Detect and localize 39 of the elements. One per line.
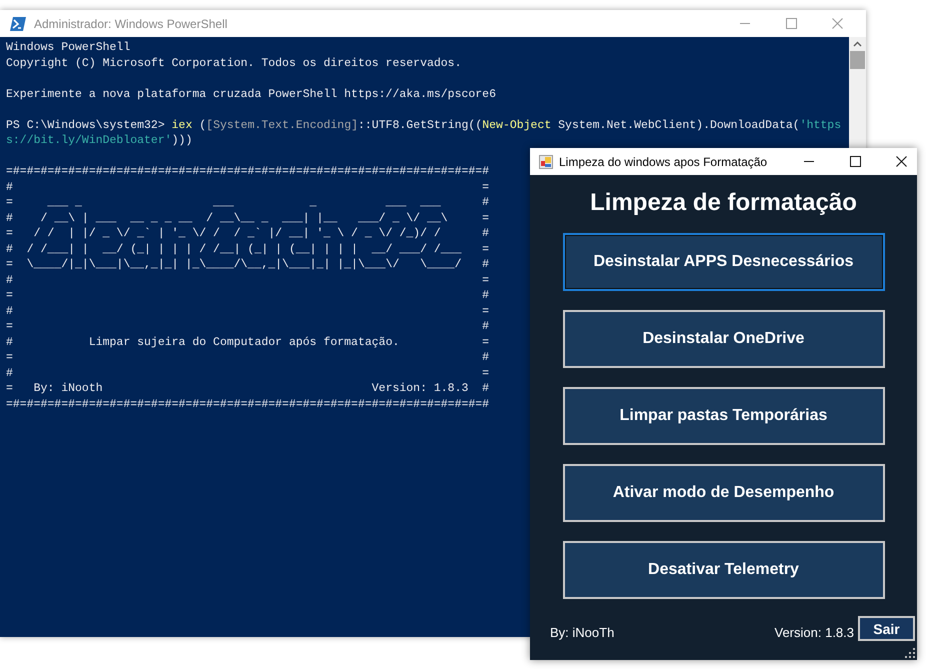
author-label: By: iNooTh [550,625,616,640]
exit-button[interactable]: Sair [858,616,915,641]
action-button[interactable]: Desativar Telemetry [562,541,884,599]
action-button[interactable]: Desinstalar OneDrive [562,310,884,368]
console-line: # / __\ | ___ __ _ _ __ / __\__ _ ___| |__ ___/ _ \/ __\ = [6,210,490,226]
close-icon[interactable] [896,156,907,167]
app-icon [539,154,553,168]
console-line: = # [6,350,490,366]
console-line: Experimente a nova plataforma cruzada PowerShell https://aka.ms/pscore6 [6,86,496,102]
console-line: = # [6,288,490,304]
window-title: Administrador: Windows PowerShell [34,16,228,30]
resize-grip-icon[interactable] [905,648,915,658]
console-line: # = [6,366,490,381]
console-line: Windows PowerShell [6,40,130,56]
console-line: = / / | |/ _ \/ _` | '_ \/ / / _` |/ __| '_ \ / _ \/ /_)/ / # [6,226,490,242]
version-label: Version: 1.8.3 [774,625,854,640]
console-line: # = [6,272,490,288]
form-heading: Limpeza de formatação [590,189,857,217]
console-line: = # [6,319,490,334]
console-line: s://bit.ly/WinDebloater'))) [6,133,192,148]
scroll-up-icon[interactable] [853,41,862,47]
console-line: # Limpar sujeira do Computador após formatação. = [6,334,490,350]
maximize-icon[interactable] [850,156,861,167]
window-title: Limpeza do windows apos Formatação [559,154,768,168]
action-button[interactable]: Desinstalar APPS Desnecessários [562,233,884,291]
terminal-icon [10,16,26,30]
console-line: PS C:\Windows\system32> iex ([System.Text.Encoding]::UTF8.GetString((New-Object System.Net.WebClient).DownloadData('https [6,118,842,133]
action-button[interactable]: Limpar pastas Temporárias [562,387,884,445]
console-line: # = [6,304,490,319]
console-line: Copyright (C) Microsoft Corporation. Todos os direitos reservados. [6,56,462,71]
console-line: = ___ _ ___ _ ___ ___ # [6,195,490,210]
console-line: =#=#=#=#=#=#=#=#=#=#=#=#=#=#=#=#=#=#=#=#=#=#=#=#=#=#=#=#=#=#=#=#=#=#=# [6,396,490,412]
scrollbar-thumb[interactable] [850,51,865,69]
console-line: # / /___| | __/ (_| | | | / /__| (_| | (__| | | | __/ ___/ /___ = [6,242,490,257]
console-line: =#=#=#=#=#=#=#=#=#=#=#=#=#=#=#=#=#=#=#=#=#=#=#=#=#=#=#=#=#=#=#=#=#=#=# [6,164,490,180]
console-line: # = [6,180,490,195]
action-button[interactable]: Ativar modo de Desempenho [562,464,884,522]
console-line: = \____/|_|\___|\__,_|_| |_\____/\__,_|\___|_| |_|\___\/ \____/ # [6,257,490,272]
console-line: = By: iNooth Version: 1.8.3 # [6,381,490,396]
